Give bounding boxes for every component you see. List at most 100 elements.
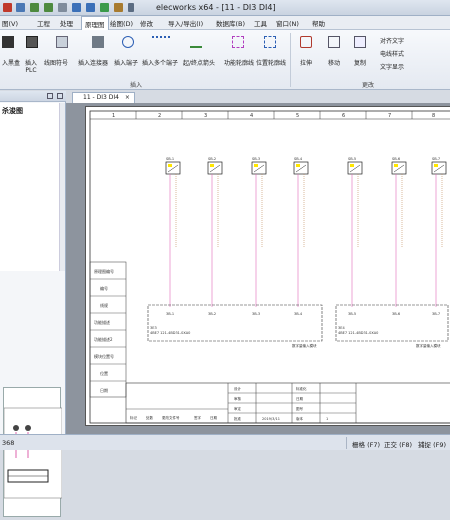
device-label-1: SB-1 <box>166 157 174 161</box>
tree-scrollbar[interactable] <box>59 103 65 271</box>
tb-label-5: 标准化 <box>296 386 307 391</box>
menu-bar: 图(V) 工程 处理 原理图 绘图(D) 修改 导入/导出(I) 数据库(B) … <box>0 16 450 31</box>
document-tree[interactable]: 杀浚图 <box>0 103 60 271</box>
menu-project[interactable]: 工程 <box>37 18 50 28</box>
back-icon[interactable] <box>72 3 81 12</box>
left-table-4: 功能描述 <box>94 319 110 325</box>
menu-window[interactable]: 窗口(N) <box>276 18 299 28</box>
wire-style-button[interactable]: 电线样式 <box>380 49 404 58</box>
line-symbol-label: 线图符号 <box>44 60 69 67</box>
undo-icon[interactable] <box>30 3 39 12</box>
app-menu-icon[interactable] <box>3 3 12 12</box>
copy-icon[interactable] <box>354 36 366 48</box>
left-table-6: 模块位置号 <box>94 353 114 359</box>
document-tab-label: 11 - DI3 DI4 <box>83 94 119 101</box>
device-2[interactable]: SB-2 <box>207 157 223 307</box>
status-separator <box>346 437 347 449</box>
drawing-sheet[interactable]: 1 2 3 4 5 6 7 8 原理图编号 编号 线规 功能描述 功能描述2 模… <box>85 106 450 426</box>
insert-connector-label: 插入连接器 <box>78 60 109 67</box>
stretch-icon[interactable] <box>300 36 312 48</box>
module-right-part: 4BE7 121-4BD31-0XA0 <box>338 331 378 335</box>
move-icon[interactable] <box>328 36 340 48</box>
device-label-7: SB-7 <box>432 157 440 161</box>
menu-database[interactable]: 数据库(B) <box>216 18 245 28</box>
menu-view[interactable]: 图(V) <box>2 18 18 28</box>
device-6[interactable]: SB-6 <box>391 157 407 307</box>
menu-help[interactable]: 帮助 <box>312 18 325 28</box>
group-separator <box>290 33 291 87</box>
tb-label-8: 版本 <box>296 416 304 421</box>
terminal-icon[interactable] <box>122 36 134 48</box>
window-title: elecworks x64 - [11 - DI3 DI4] <box>156 3 276 12</box>
col-num-8: 8 <box>432 113 435 119</box>
grid-toggle[interactable]: 栅格 (F7) <box>352 439 380 449</box>
plc-module-right[interactable] <box>335 304 449 342</box>
menu-import-export[interactable]: 导入/导出(I) <box>168 18 203 28</box>
tb-label-2: 审核 <box>234 396 241 401</box>
save-icon[interactable] <box>16 3 25 12</box>
ortho-toggle[interactable]: 正交 (F8) <box>384 439 412 449</box>
document-tab[interactable]: 11 - DI3 DI4 × <box>72 92 135 103</box>
terminal-2: 3B-2 <box>208 312 216 316</box>
device-label-6: SB-6 <box>392 157 400 161</box>
module-left-id: 3E3 <box>150 326 157 330</box>
redo-icon[interactable] <box>44 3 53 12</box>
device-4[interactable]: SB-4 <box>293 157 309 307</box>
plc-module-left[interactable] <box>147 304 323 342</box>
menu-tools[interactable]: 工具 <box>254 18 267 28</box>
sheet-preview-thumbnail[interactable] <box>3 387 63 517</box>
align-text-button[interactable]: 对齐文字 <box>380 36 404 45</box>
terminal-7: 3B-7 <box>432 312 440 316</box>
tb-row-label-5: 日期 <box>210 415 217 420</box>
edit-group-label: 更改 <box>362 82 375 89</box>
close-tab-icon[interactable]: × <box>125 94 130 101</box>
device-label-3: SB-3 <box>252 157 260 161</box>
menu-draw[interactable]: 绘图(D) <box>110 18 133 28</box>
location-outline-icon[interactable] <box>264 36 276 48</box>
device-5[interactable]: SB-5 <box>347 157 363 307</box>
insert-black-box-label: 入黑盒 <box>2 60 21 67</box>
device-3[interactable]: SB-3 <box>251 157 267 307</box>
tb-label-7: 图号 <box>296 406 304 411</box>
device-7[interactable]: SB-7 <box>431 157 447 307</box>
tools-icon[interactable] <box>114 3 123 12</box>
print-icon[interactable] <box>58 3 67 12</box>
move-label: 移动 <box>328 60 341 67</box>
function-outline-icon[interactable] <box>232 36 244 48</box>
left-table-1: 原理图编号 <box>94 268 114 274</box>
plc-icon[interactable] <box>26 36 38 48</box>
terminal-6: 3B-6 <box>392 312 400 316</box>
refresh-icon[interactable] <box>100 3 109 12</box>
left-table-5: 功能描述2 <box>94 336 113 342</box>
multi-terminal-icon[interactable] <box>152 36 170 48</box>
forward-icon[interactable] <box>86 3 95 12</box>
device-label-5: SB-5 <box>348 157 356 161</box>
cursor-coordinates: 368 <box>2 439 15 447</box>
col-num-3: 3 <box>204 113 207 119</box>
close-panel-icon[interactable] <box>57 93 63 99</box>
insert-group-label: 插入 <box>130 82 143 89</box>
connector-icon[interactable] <box>92 36 104 48</box>
pin-icon[interactable] <box>47 93 53 99</box>
line-symbol-icon[interactable] <box>56 36 68 48</box>
snap-toggle[interactable]: 捕捉 (F9) <box>418 439 446 449</box>
black-box-icon[interactable] <box>2 36 14 48</box>
module-left-tag: 数字量输入模块 <box>292 343 317 348</box>
arrow-icon[interactable] <box>190 36 202 48</box>
stretch-label: 拉伸 <box>300 60 313 67</box>
text-display-button[interactable]: 文字显示 <box>380 62 404 71</box>
module-left-part: 4BE7 121-4BD31-0XA0 <box>150 331 190 335</box>
insert-plc-label: 插入 PLC <box>24 60 37 74</box>
device-1[interactable]: SB-1 <box>165 157 181 307</box>
ribbon: 入黑盒 插入 PLC 线图符号 插入连接器 插入端子 插入多个端子 起/终点箭头… <box>0 30 450 90</box>
device-label-2: SB-2 <box>208 157 216 161</box>
menu-process[interactable]: 处理 <box>60 18 73 28</box>
col-num-1: 1 <box>112 113 115 119</box>
menu-schematic[interactable]: 原理图 <box>81 16 109 31</box>
status-bar: 368 栅格 (F7) 正交 (F8) 捕捉 (F9) <box>0 434 450 450</box>
dropdown-icon[interactable] <box>128 3 134 12</box>
start-end-arrow-label: 起/终点箭头 <box>183 60 216 67</box>
menu-modify[interactable]: 修改 <box>140 18 153 28</box>
col-num-7: 7 <box>388 113 391 119</box>
col-num-4: 4 <box>250 113 253 119</box>
